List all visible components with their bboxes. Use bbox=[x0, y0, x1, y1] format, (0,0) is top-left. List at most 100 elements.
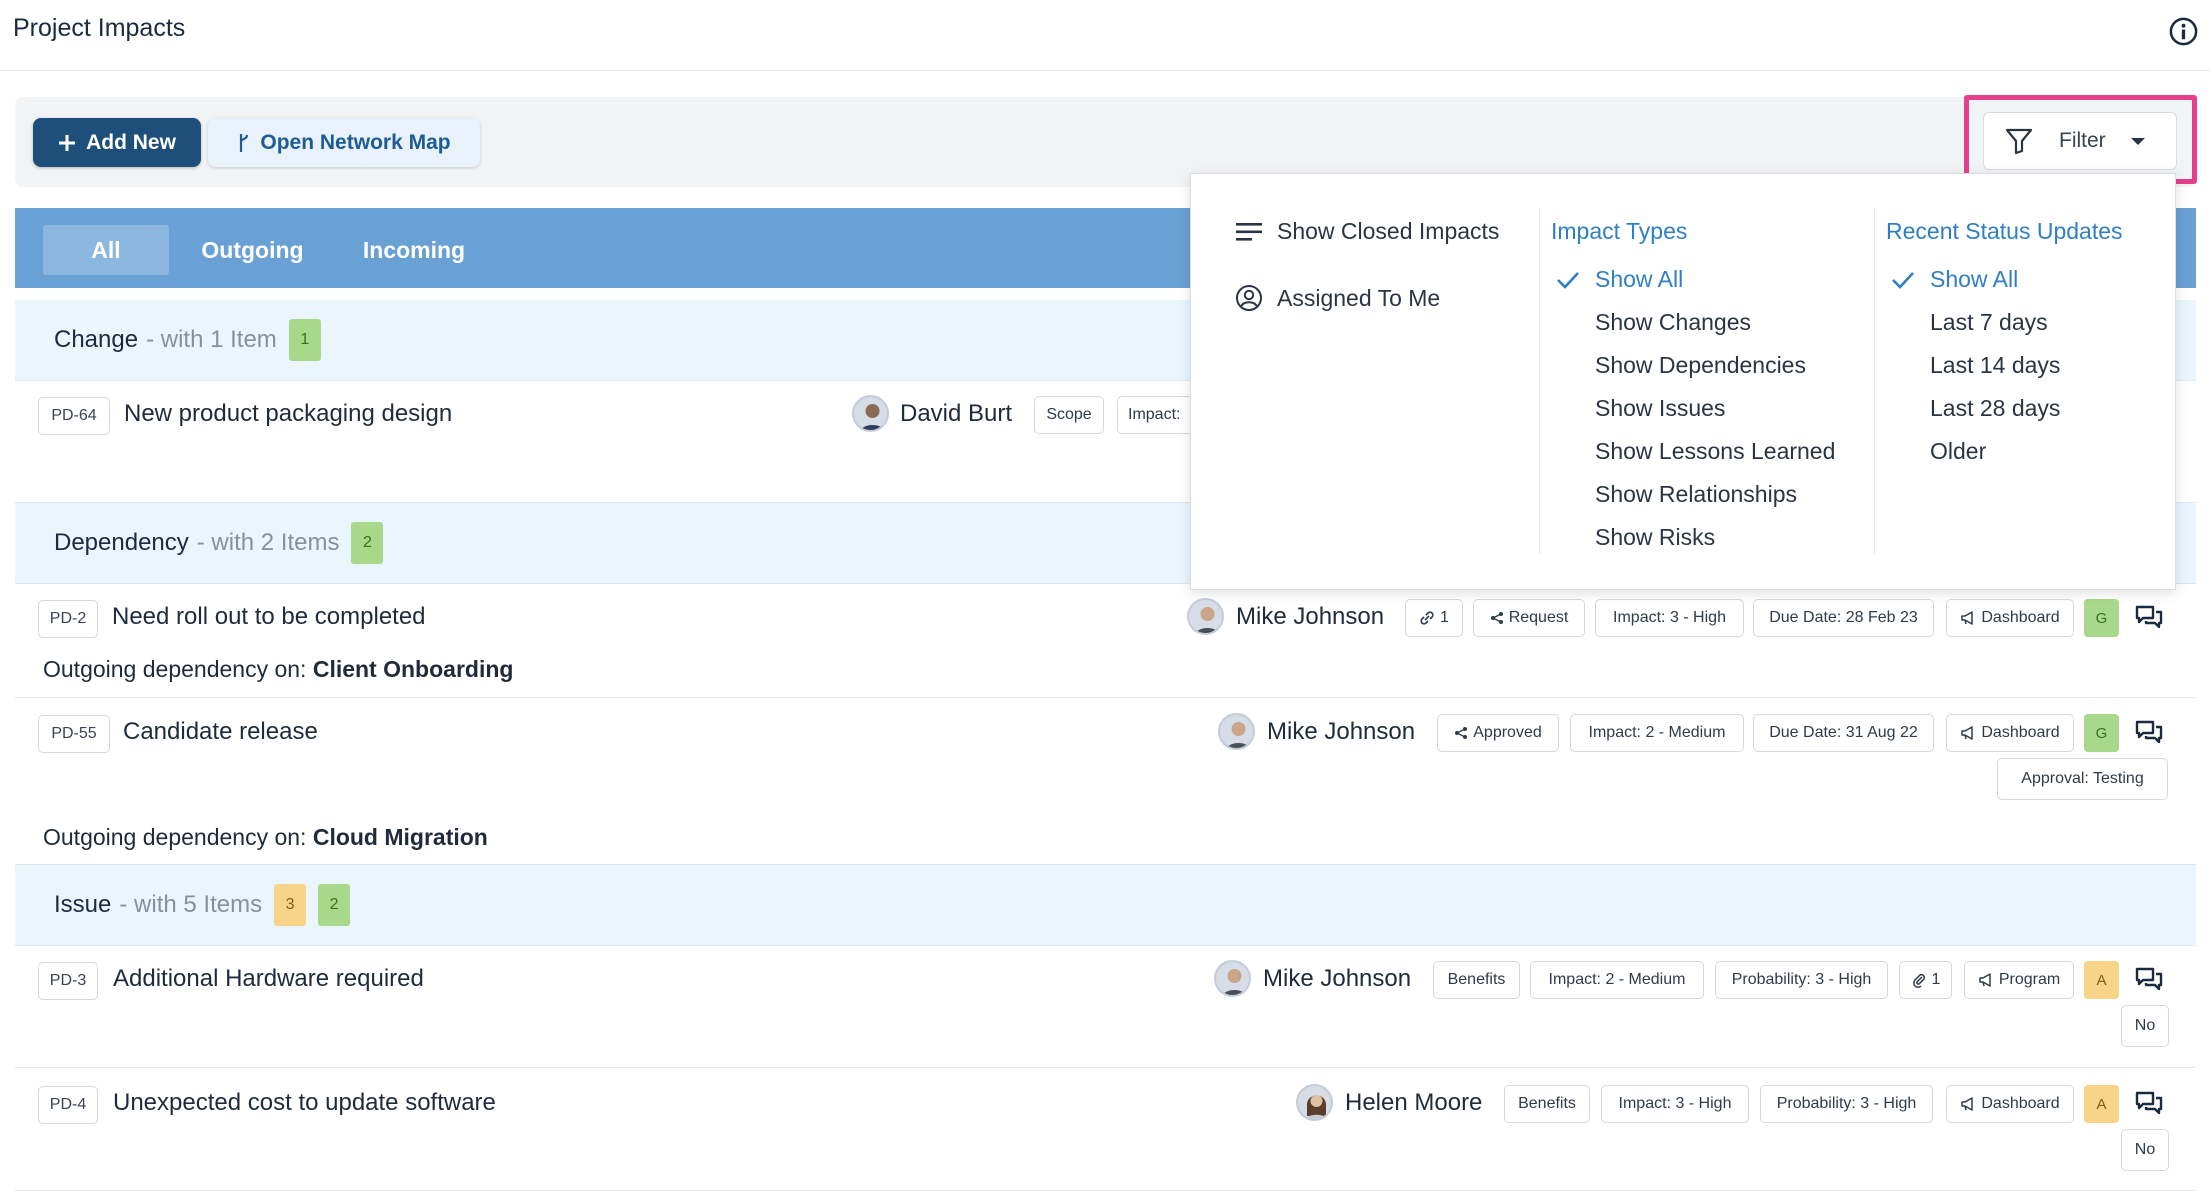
impact-types-list: Show All Show Changes Show Dependencies … bbox=[1555, 258, 1835, 559]
comments-icon[interactable] bbox=[2134, 603, 2164, 633]
scope-text: Program bbox=[1998, 971, 2061, 988]
tab-incoming[interactable]: Incoming bbox=[350, 225, 478, 275]
tab-all[interactable]: All bbox=[43, 225, 169, 275]
status-update-label: Show All bbox=[1930, 266, 2019, 292]
count-badge: 3 bbox=[274, 884, 307, 926]
list-icon bbox=[1236, 222, 1262, 241]
scope-text: Dashboard bbox=[1981, 1095, 2060, 1112]
impact-type-show-lessons-learned[interactable]: Show Lessons Learned bbox=[1555, 430, 1835, 473]
status-update-last-28-days[interactable]: Last 28 days bbox=[1890, 387, 2060, 430]
dependency-note: Outgoing dependency on: Client Onboardin… bbox=[43, 656, 513, 683]
megaphone-icon bbox=[1979, 973, 1991, 987]
category-chip: Scope bbox=[1034, 396, 1104, 434]
show-closed-impacts-option[interactable]: Show Closed Impacts bbox=[1235, 218, 1499, 245]
dependency-note-prefix: Outgoing dependency on: bbox=[43, 656, 307, 682]
add-new-button[interactable]: Add New bbox=[33, 118, 201, 167]
avatar bbox=[1214, 960, 1251, 997]
status-text: Request bbox=[1508, 609, 1569, 626]
item-title[interactable]: Additional Hardware required bbox=[113, 965, 424, 993]
scope-chip: Program bbox=[1964, 961, 2074, 999]
check-icon bbox=[1890, 267, 1916, 293]
assigned-to-me-option[interactable]: Assigned To Me bbox=[1235, 284, 1440, 312]
status-update-last-14-days[interactable]: Last 14 days bbox=[1890, 344, 2060, 387]
owner-name[interactable]: David Burt bbox=[900, 400, 1012, 428]
links-chip[interactable]: 1 bbox=[1405, 599, 1463, 637]
item-id-tag[interactable]: PD-4 bbox=[38, 1086, 98, 1124]
avatar bbox=[1296, 1084, 1333, 1121]
check-icon bbox=[1555, 267, 1581, 293]
impact-type-show-dependencies[interactable]: Show Dependencies bbox=[1555, 344, 1835, 387]
megaphone-icon bbox=[1961, 726, 1974, 740]
status-update-show-all[interactable]: Show All bbox=[1890, 258, 2060, 301]
item-title[interactable]: Candidate release bbox=[123, 718, 318, 746]
row-divider bbox=[15, 697, 2196, 698]
probability-chip: Probability: 3 - High bbox=[1760, 1085, 1933, 1123]
due-date-chip: Due Date: 28 Feb 23 bbox=[1753, 599, 1934, 637]
attachments-count: 1 bbox=[1931, 971, 1941, 988]
avatar bbox=[852, 395, 889, 432]
probability-chip: Probability: 3 - High bbox=[1715, 961, 1888, 999]
item-id-tag[interactable]: PD-64 bbox=[38, 397, 110, 435]
comments-icon[interactable] bbox=[2134, 718, 2164, 748]
impact-type-show-risks[interactable]: Show Risks bbox=[1555, 516, 1835, 559]
scope-text: Dashboard bbox=[1981, 609, 2060, 626]
tab-outgoing[interactable]: Outgoing bbox=[190, 225, 315, 275]
due-date-chip: Due Date: 31 Aug 22 bbox=[1753, 714, 1934, 752]
scope-chip: Dashboard bbox=[1946, 714, 2074, 752]
category-chip: Benefits bbox=[1433, 961, 1520, 999]
impact-type-label: Show Issues bbox=[1595, 395, 1726, 421]
share-icon bbox=[1490, 612, 1503, 624]
group-count-text: - with 5 Items bbox=[119, 891, 263, 918]
impact-chip: Impact: 3 - High bbox=[1601, 1085, 1749, 1123]
item-id-tag[interactable]: PD-3 bbox=[38, 962, 98, 1000]
group-header-issue[interactable]: Issue - with 5 Items 3 2 bbox=[15, 865, 2196, 945]
impact-chip: Impact: 2 - Medium bbox=[1570, 714, 1744, 752]
dependency-target[interactable]: Cloud Migration bbox=[313, 824, 488, 850]
impact-type-show-relationships[interactable]: Show Relationships bbox=[1555, 473, 1835, 516]
open-network-map-button[interactable]: Open Network Map bbox=[208, 118, 480, 167]
option-label: Assigned To Me bbox=[1277, 284, 1441, 311]
status-chip: Request bbox=[1473, 599, 1585, 637]
item-title[interactable]: Need roll out to be completed bbox=[112, 603, 426, 631]
branch-icon bbox=[240, 133, 249, 152]
impact-type-show-issues[interactable]: Show Issues bbox=[1555, 387, 1835, 430]
megaphone-icon bbox=[1961, 1097, 1974, 1111]
status-update-label: Last 28 days bbox=[1930, 395, 2061, 421]
count-badge: 2 bbox=[351, 522, 384, 564]
comments-icon[interactable] bbox=[2134, 1089, 2164, 1119]
attachments-chip[interactable]: 1 bbox=[1899, 961, 1952, 999]
impact-type-show-all[interactable]: Show All bbox=[1555, 258, 1835, 301]
dependency-note: Outgoing dependency on: Cloud Migration bbox=[43, 824, 488, 851]
impact-chip: Impact: 2 - Medium bbox=[1530, 961, 1704, 999]
dependency-target[interactable]: Client Onboarding bbox=[313, 656, 514, 682]
category-chip: Benefits bbox=[1504, 1085, 1590, 1123]
item-title[interactable]: Unexpected cost to update software bbox=[113, 1089, 496, 1117]
scope-chip: Dashboard bbox=[1946, 1085, 2074, 1123]
link-icon bbox=[1420, 611, 1434, 625]
links-count: 1 bbox=[1440, 609, 1449, 626]
status-update-label: Older bbox=[1930, 438, 1987, 464]
owner-name[interactable]: Mike Johnson bbox=[1263, 965, 1411, 993]
dropdown-divider bbox=[1539, 208, 1540, 554]
rag-status-badge: G bbox=[2084, 714, 2119, 752]
group-count-text: - with 1 Item bbox=[146, 326, 277, 353]
item-title[interactable]: New product packaging design bbox=[124, 400, 452, 428]
impact-type-show-changes[interactable]: Show Changes bbox=[1555, 301, 1835, 344]
owner-name[interactable]: Helen Moore bbox=[1345, 1089, 1482, 1117]
impact-type-label: Show Dependencies bbox=[1595, 352, 1806, 378]
scope-chip: Dashboard bbox=[1946, 599, 2074, 637]
impact-type-label: Show Risks bbox=[1595, 524, 1716, 550]
item-id-tag[interactable]: PD-55 bbox=[38, 715, 110, 753]
comments-icon[interactable] bbox=[2134, 965, 2164, 995]
status-update-older[interactable]: Older bbox=[1890, 430, 2060, 473]
owner-name[interactable]: Mike Johnson bbox=[1236, 603, 1384, 631]
owner-name[interactable]: Mike Johnson bbox=[1267, 718, 1415, 746]
header-divider bbox=[0, 70, 2210, 71]
plus-icon bbox=[59, 134, 76, 151]
recent-status-updates-heading: Recent Status Updates bbox=[1886, 218, 2123, 244]
info-icon[interactable] bbox=[2168, 16, 2199, 47]
status-update-last-7-days[interactable]: Last 7 days bbox=[1890, 301, 2060, 344]
item-id-tag[interactable]: PD-2 bbox=[38, 600, 98, 638]
filter-button[interactable]: Filter bbox=[1983, 112, 2177, 170]
status-update-label: Last 14 days bbox=[1930, 352, 2061, 378]
